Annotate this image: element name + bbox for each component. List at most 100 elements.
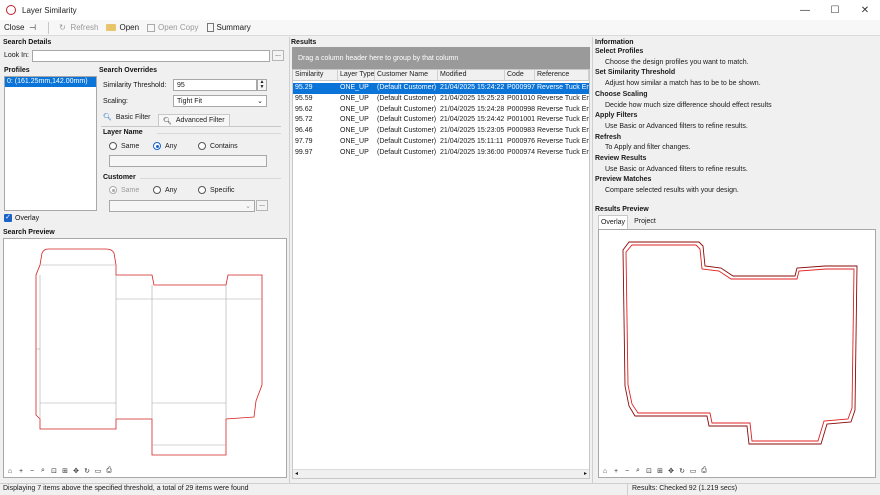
horizontal-scrollbar[interactable]: ◂ ▸ — [293, 469, 589, 478]
information-header: Information — [595, 39, 634, 46]
table-row[interactable]: 95.72 ONE_UP (Default Customer) 21/04/20… — [293, 115, 589, 126]
profile-item[interactable]: 0: (161.25mm,142.00mm) — [5, 77, 96, 87]
close-window-button[interactable]: ✕ — [850, 0, 880, 20]
zoom-in-icon[interactable]: + — [17, 468, 25, 475]
refresh-button[interactable]: ↻ Refresh — [57, 23, 98, 33]
print-icon[interactable]: ⎙ — [105, 467, 113, 475]
column-modified[interactable]: Modified — [438, 70, 505, 80]
table-row[interactable]: 96.46 ONE_UP (Default Customer) 21/04/20… — [293, 126, 589, 137]
toolbar: Close ⊣ ↻ Refresh Open Open Copy Summary — [0, 20, 880, 36]
look-in-browse-button[interactable]: ... — [272, 50, 284, 61]
group-by-panel[interactable]: Drag a column header here to group by th… — [292, 47, 590, 69]
pan-icon[interactable]: ✥ — [72, 467, 80, 475]
rotate-icon[interactable]: ↻ — [678, 467, 686, 475]
threshold-spinner[interactable]: ▲ ▼ — [257, 79, 267, 91]
right-splitter[interactable] — [592, 37, 593, 483]
info-title: Review Results — [595, 155, 647, 163]
zoom-icon[interactable]: ⌕ — [39, 467, 47, 475]
scroll-left-icon[interactable]: ◂ — [295, 470, 298, 477]
table-row[interactable]: 95.29 ONE_UP (Default Customer) 21/04/20… — [293, 83, 589, 94]
customer-radio-same[interactable]: Same — [109, 186, 139, 194]
info-title: Apply Filters — [595, 112, 638, 120]
customer-browse-button[interactable]: ... — [256, 200, 268, 211]
tab-divider — [101, 126, 281, 127]
scroll-right-icon[interactable]: ▸ — [584, 470, 587, 477]
information-list: Select Profiles Choose the design profil… — [595, 47, 875, 197]
close-button[interactable]: Close ⊣ — [4, 23, 40, 33]
home-icon[interactable]: ⌂ — [6, 468, 14, 475]
zoom-fit-icon[interactable]: ⊞ — [61, 467, 69, 475]
column-layer-type[interactable]: Layer Type — [338, 70, 375, 80]
screen-icon[interactable]: ▭ — [689, 467, 697, 475]
layer-name-rule — [157, 133, 281, 134]
zoom-in-icon[interactable]: + — [612, 468, 620, 475]
title-bar: Layer Similarity — ☐ ✕ — [0, 0, 880, 20]
open-button[interactable]: Open — [106, 23, 139, 32]
look-in-input[interactable] — [32, 50, 270, 62]
screen-icon[interactable]: ▭ — [94, 467, 102, 475]
zoom-window-icon[interactable]: ⊡ — [50, 467, 58, 475]
results-dieline-drawing — [622, 241, 858, 445]
layer-radio-any[interactable]: Any — [153, 142, 177, 150]
customer-radio-any[interactable]: Any — [153, 186, 177, 194]
customer-rule — [140, 178, 281, 179]
customer-header: Customer — [103, 174, 136, 181]
summary-icon — [206, 23, 214, 32]
profiles-list[interactable]: 0: (161.25mm,142.00mm) — [4, 76, 97, 211]
layer-name-header: Layer Name — [103, 129, 143, 136]
search-preview-canvas[interactable] — [3, 238, 287, 478]
toolbar-separator — [48, 21, 50, 34]
window-title: Layer Similarity — [22, 5, 77, 15]
summary-button[interactable]: Summary — [206, 23, 251, 32]
status-results: Results: Checked 92 (1.219 secs) — [632, 485, 738, 492]
customer-select[interactable]: ⌄ — [109, 200, 255, 212]
zoom-fit-icon[interactable]: ⊞ — [656, 467, 664, 475]
scaling-label: Scaling: — [103, 98, 128, 105]
results-grid[interactable]: Similarity Layer Type Customer Name Modi… — [292, 69, 590, 479]
table-row[interactable]: 95.59 ONE_UP (Default Customer) 21/04/20… — [293, 94, 589, 105]
overlay-checkbox[interactable]: ✓ Overlay — [4, 214, 39, 222]
tab-basic-filter[interactable]: 🔍︎ Basic Filter — [103, 113, 151, 122]
column-similarity[interactable]: Similarity — [293, 70, 338, 80]
zoom-out-icon[interactable]: − — [28, 468, 36, 475]
print-icon[interactable]: ⎙ — [700, 467, 708, 475]
table-row[interactable]: 99.97 ONE_UP (Default Customer) 21/04/20… — [293, 148, 589, 159]
pan-icon[interactable]: ✥ — [667, 467, 675, 475]
table-row[interactable]: 97.79 ONE_UP (Default Customer) 21/04/20… — [293, 137, 589, 148]
rotate-icon[interactable]: ↻ — [83, 467, 91, 475]
chevron-down-icon: ⌄ — [245, 203, 251, 210]
folder-icon — [106, 24, 117, 31]
tab-overlay[interactable]: Overlay — [598, 215, 628, 229]
minimize-button[interactable]: — — [790, 0, 820, 20]
zoom-window-icon[interactable]: ⊡ — [645, 467, 653, 475]
info-title: Set Similarity Threshold — [595, 69, 676, 77]
home-icon[interactable]: ⌂ — [601, 468, 609, 475]
column-code[interactable]: Code — [505, 70, 535, 80]
table-row[interactable]: 95.62 ONE_UP (Default Customer) 21/04/20… — [293, 105, 589, 116]
results-preview-canvas[interactable] — [598, 229, 876, 478]
search-overrides-header: Search Overrides — [99, 67, 157, 74]
tab-project[interactable]: Project — [630, 216, 660, 228]
zoom-out-icon[interactable]: − — [623, 468, 631, 475]
threshold-input[interactable]: 95 — [173, 79, 257, 91]
tab-advanced-filter[interactable]: 🔍︎ Advanced Filter — [158, 114, 230, 126]
info-title: Preview Matches — [595, 176, 652, 184]
left-splitter[interactable] — [289, 37, 290, 483]
open-copy-button[interactable]: Open Copy — [147, 23, 199, 32]
search-details-header: Search Details — [3, 39, 52, 46]
layer-contains-input[interactable] — [109, 155, 267, 167]
results-grid-header: Similarity Layer Type Customer Name Modi… — [293, 70, 589, 81]
layer-radio-contains[interactable]: Contains — [198, 142, 238, 150]
refresh-icon: ↻ — [59, 22, 66, 32]
zoom-icon[interactable]: ⌕ — [634, 467, 642, 475]
column-reference[interactable]: Reference — [535, 70, 589, 80]
scaling-select[interactable]: Tight Fit ⌄ — [173, 95, 267, 107]
info-title: Select Profiles — [595, 48, 644, 55]
search-preview-toolbar: ⌂ + − ⌕ ⊡ ⊞ ✥ ↻ ▭ ⎙ — [6, 467, 113, 475]
maximize-button[interactable]: ☐ — [820, 0, 850, 20]
customer-radio-specific[interactable]: Specific — [198, 186, 235, 194]
layer-radio-same[interactable]: Same — [109, 142, 139, 150]
column-customer-name[interactable]: Customer Name — [375, 70, 438, 80]
info-text: Use Basic or Advanced filters to refine … — [605, 122, 748, 130]
status-divider — [627, 484, 628, 495]
